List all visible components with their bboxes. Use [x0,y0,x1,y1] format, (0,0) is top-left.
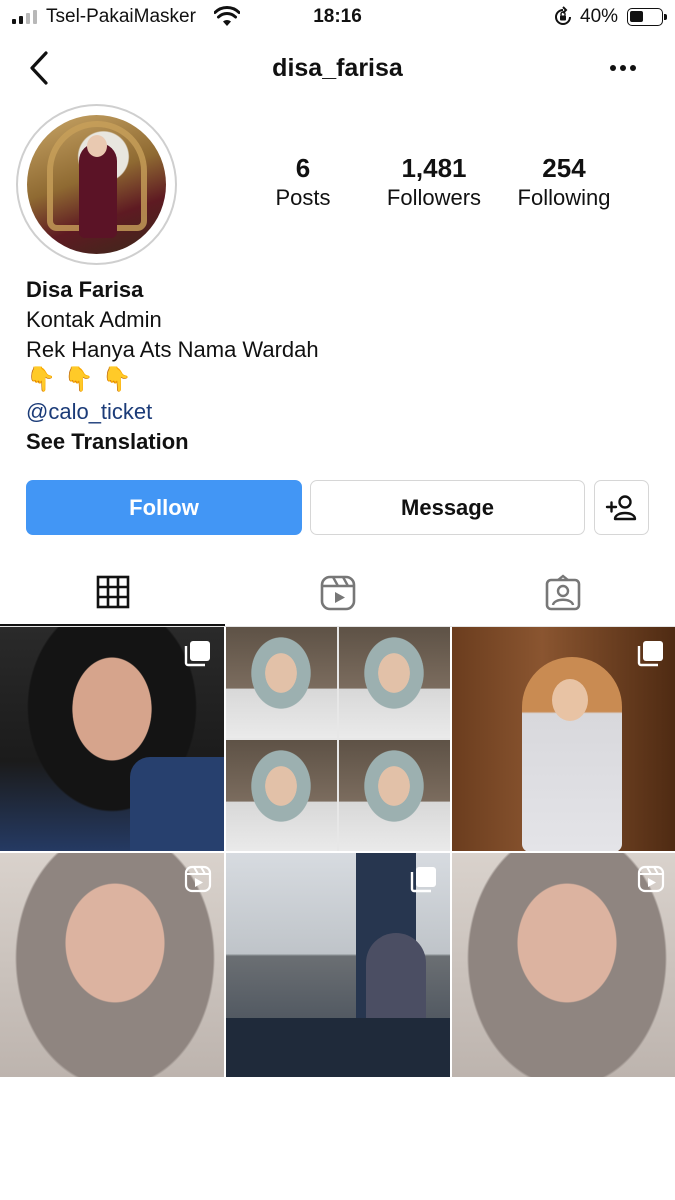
tagged-icon [545,574,580,611]
posts-grid [0,627,675,1078]
followers-count[interactable]: 1,481 Followers [378,152,490,212]
tab-reels[interactable] [225,560,450,626]
post-thumbnail[interactable] [452,627,675,851]
carousel-icon [637,641,663,667]
posts-count-label: Posts [275,185,331,210]
grid-icon [96,575,129,609]
battery-percent: 40% [580,6,619,27]
bio-line-2: Rek Hanya Ats Nama Wardah [26,337,319,362]
tab-posts-grid[interactable] [0,560,225,626]
post-thumbnail[interactable] [452,853,675,1077]
post-thumbnail[interactable] [0,853,224,1077]
carousel-icon [184,641,210,667]
posts-count-value: 6 [295,153,311,183]
tab-tagged[interactable] [450,560,675,626]
battery-icon [627,8,667,26]
pointing-down-emoji: 👇 [26,366,56,393]
pointing-down-emoji: 👇 [101,366,132,393]
carousel-icon [410,867,436,893]
message-button[interactable]: Message [310,480,585,535]
add-user-icon [605,494,636,520]
bio-line-1: Kontak Admin [26,307,162,332]
posts-count[interactable]: 6 Posts [263,152,343,212]
post-thumbnail[interactable] [226,627,450,851]
profile-bio: Disa Farisa Kontak Admin Rek Hanya Ats N… [26,275,319,457]
display-name: Disa Farisa [26,277,144,302]
profile-username: disa_farisa [272,54,403,82]
bio-emojis: 👇 👇 👇 [26,365,319,395]
post-thumbnail[interactable] [0,627,224,851]
followers-count-value: 1,481 [401,153,467,183]
suggested-accounts-button[interactable] [594,480,649,535]
rotation-lock-icon [555,6,571,25]
avatar[interactable] [27,115,166,254]
followers-count-label: Followers [386,185,482,210]
following-count[interactable]: 254 Following [510,152,618,212]
status-bar: Tsel-PakaiMasker 18:16 40% [0,0,675,36]
reels-icon [637,865,665,893]
more-horizontal-icon [610,65,636,71]
follow-button[interactable]: Follow [26,480,302,535]
pointing-down-emoji: 👇 [63,366,94,393]
reels-icon [320,575,355,611]
more-options-button[interactable] [604,58,642,78]
see-translation-link[interactable]: See Translation [26,427,319,457]
bio-mention-link[interactable]: @calo_ticket [26,397,319,427]
following-count-label: Following [517,185,611,210]
post-thumbnail[interactable] [226,853,450,1077]
following-count-value: 254 [542,153,586,183]
reels-icon [184,865,212,893]
